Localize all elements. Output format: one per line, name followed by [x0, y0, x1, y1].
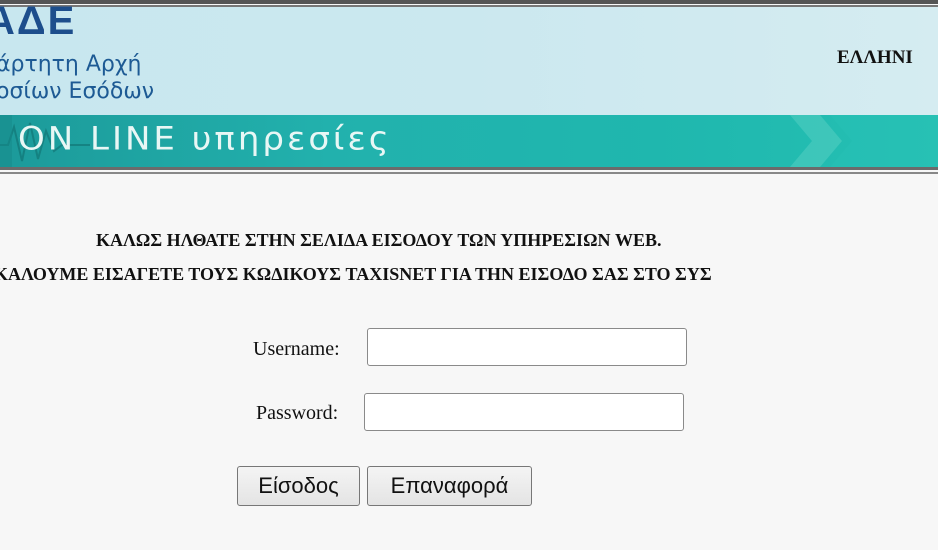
password-input[interactable]	[364, 393, 684, 431]
header-bottom-rule-thin	[0, 172, 938, 174]
password-label: Password:	[256, 402, 339, 424]
login-button[interactable]: Είσοδος	[237, 466, 360, 506]
instructions-text: ΚΑΛΟΥΜΕ ΕΙΣΑΓΕΤΕ ΤΟΥΣ ΚΩΔΙΚΟΥΣ TAXISNET …	[0, 264, 712, 284]
username-label: Username:	[253, 338, 340, 360]
header-banner: ΑΔΕ άρτητη Αρχή οσίων Εσόδων ΕΛΛΗΝΙ ON L…	[0, 0, 938, 178]
header-top-rule	[0, 0, 938, 4]
reset-button[interactable]: Επαναφορά	[367, 466, 532, 506]
online-services-text: ON LINE υπηρεσίες	[18, 120, 392, 158]
aade-logo-line-2: οσίων Εσόδων	[0, 79, 155, 104]
chevron-arrow-icon	[790, 115, 938, 167]
aade-logo-line-1: άρτητη Αρχή	[0, 52, 142, 77]
online-services-band: ON LINE υπηρεσίες	[0, 115, 938, 167]
country-title: ΕΛΛΗΝΙ	[837, 47, 913, 68]
aade-logo-abbr: ΑΔΕ	[0, 0, 77, 43]
username-input[interactable]	[367, 328, 687, 366]
logo-banner: ΑΔΕ άρτητη Αρχή οσίων Εσόδων ΕΛΛΗΝΙ	[0, 0, 938, 115]
welcome-heading: ΚΑΛΩΣ ΗΛΘΑΤΕ ΣΤΗΝ ΣΕΛΙΔΑ ΕΙΣΟΔΟΥ ΤΩΝ ΥΠΗ…	[96, 230, 662, 250]
header-bottom-rule	[0, 167, 938, 170]
